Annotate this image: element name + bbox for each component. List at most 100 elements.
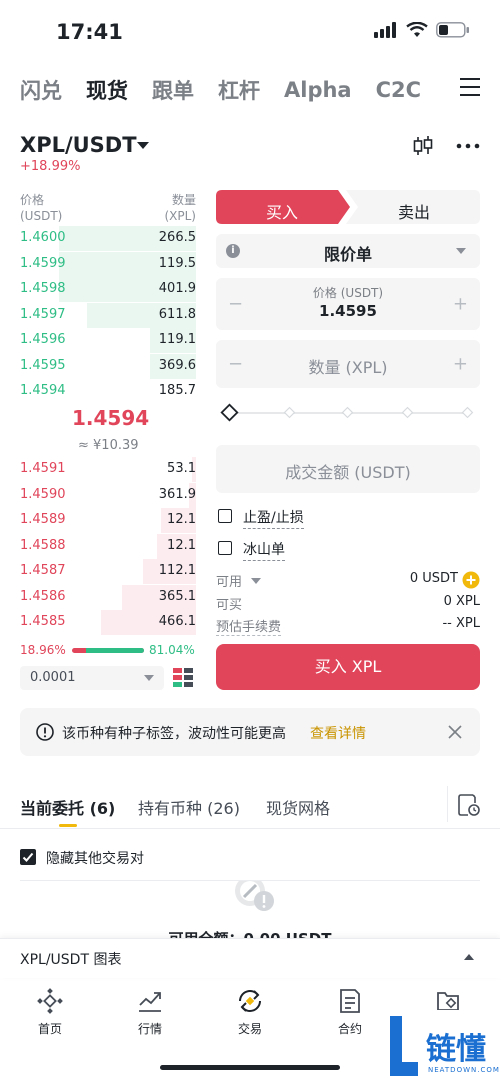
buy-ratio: 81.04% xyxy=(149,643,195,657)
nav-trade[interactable]: 交易 xyxy=(220,978,280,1037)
orderbook-qty: 365.1 xyxy=(158,588,196,604)
amount-slider[interactable] xyxy=(216,403,480,423)
quantity-increase-button[interactable]: + xyxy=(453,354,468,375)
tab-flash-swap[interactable]: 闪兑 xyxy=(20,75,62,105)
orderbook-qty: 12.1 xyxy=(167,512,196,527)
caret-down-icon xyxy=(456,248,466,254)
hide-other-pairs-checkbox[interactable] xyxy=(20,849,36,865)
caret-up-icon[interactable] xyxy=(464,954,474,960)
sell-tab[interactable]: 卖出 xyxy=(348,199,480,223)
pair-change: +18.99% xyxy=(20,159,81,174)
close-icon[interactable] xyxy=(448,725,462,739)
status-time: 17:41 xyxy=(56,20,123,44)
pair-selector[interactable]: XPL/USDT xyxy=(20,133,137,157)
watermark-subtext: NEATDOWN.COM xyxy=(428,1066,500,1074)
watermark-text: 链懂 xyxy=(426,1032,486,1067)
order-history-icon[interactable] xyxy=(458,794,480,816)
trade-icon xyxy=(239,990,261,1012)
ratio-bar xyxy=(72,648,144,653)
orderbook-qty: 611.8 xyxy=(158,306,196,322)
orderbook-price: 1.4598 xyxy=(20,281,66,296)
tp-sl-checkbox[interactable] xyxy=(218,509,232,523)
nav-futures[interactable]: 合约 xyxy=(320,978,380,1037)
orderbook-qty: 369.6 xyxy=(158,357,196,373)
nav-markets[interactable]: 行情 xyxy=(120,978,180,1037)
iceberg-checkbox[interactable] xyxy=(218,541,232,555)
orderbook-row[interactable]: 1.4600 266.5 xyxy=(20,226,196,251)
amount-field[interactable]: 成交金额 (USDT) xyxy=(216,445,480,493)
signal-icon xyxy=(374,22,396,38)
empty-state-icon xyxy=(235,881,274,911)
orderbook-qty: 53.1 xyxy=(167,461,196,476)
tab-holdings[interactable]: 持有币种 (26) xyxy=(138,795,240,819)
orderbook-row[interactable]: 1.4585 466.1 xyxy=(20,610,196,635)
add-funds-icon[interactable] xyxy=(462,571,480,589)
orderbook-row[interactable]: 1.4586 365.1 xyxy=(20,584,196,610)
tab-open-orders[interactable]: 当前委托 (6) xyxy=(20,795,115,819)
orderbook-qty-header: 数量 (XPL) xyxy=(164,193,196,223)
orderbook-row[interactable]: 1.4598 401.9 xyxy=(20,277,196,302)
available-label[interactable]: 可用 xyxy=(216,571,262,590)
candlestick-chart-icon[interactable] xyxy=(412,135,434,157)
orderbook-row[interactable]: 1.4594 185.7 xyxy=(20,379,196,404)
nav-futures-label: 合约 xyxy=(337,1022,362,1036)
caret-down-icon[interactable] xyxy=(137,142,149,149)
orderbook-price: 1.4587 xyxy=(20,563,66,578)
chart-bar[interactable]: XPL/USDT 图表 xyxy=(0,938,500,978)
price-label: 价格 (USDT) xyxy=(312,286,384,300)
orderbook-price: 1.4586 xyxy=(20,588,66,604)
orderbook-row[interactable]: 1.4591 53.1 xyxy=(20,457,196,482)
orderbook-row[interactable]: 1.4596 119.1 xyxy=(20,328,196,353)
orderbook-row[interactable]: 1.4590 361.9 xyxy=(20,482,196,508)
orderbook-price: 1.4589 xyxy=(20,512,66,527)
orderbook-row[interactable]: 1.4599 119.5 xyxy=(20,251,196,277)
check-icon xyxy=(22,852,34,862)
order-type-select[interactable]: i 限价单 xyxy=(216,234,480,268)
orderbook-qty: 12.1 xyxy=(167,537,196,553)
orderbook-row[interactable]: 1.4587 112.1 xyxy=(20,559,196,584)
precision-select[interactable]: 0.0001 xyxy=(20,666,164,690)
tab-alpha[interactable]: Alpha xyxy=(284,78,352,102)
hide-other-pairs-label[interactable]: 隐藏其他交易对 xyxy=(46,848,144,868)
iceberg-label[interactable]: 冰山单 xyxy=(243,539,285,561)
price-value: 1.4595 xyxy=(319,302,377,320)
tab-margin[interactable]: 杠杆 xyxy=(218,75,260,105)
tab-spot[interactable]: 现货 xyxy=(86,75,128,105)
buy-tab[interactable]: 买入 xyxy=(216,199,348,223)
orderbook-qty: 266.5 xyxy=(158,230,196,245)
quantity-field[interactable]: − 数量 (XPL) + xyxy=(216,340,480,388)
orderbook-qty: 112.1 xyxy=(158,563,196,578)
orderbook-price: 1.4591 xyxy=(20,461,66,476)
price-increase-button[interactable]: + xyxy=(453,294,468,315)
orderbook-row[interactable]: 1.4597 611.8 xyxy=(20,302,196,328)
seed-tag-notice: 该币种有种子标签，波动性可能更高 查看详情 xyxy=(20,708,480,756)
tab-copy-trading[interactable]: 跟单 xyxy=(152,75,194,105)
notice-details-link[interactable]: 查看详情 xyxy=(310,723,366,743)
fee-label[interactable]: 预估手续费 xyxy=(216,616,282,636)
orderbook-qty: 361.9 xyxy=(158,486,196,502)
battery-icon xyxy=(436,22,469,38)
status-icons xyxy=(374,22,470,38)
home-logo-icon xyxy=(37,988,63,1014)
orderbook-row[interactable]: 1.4588 12.1 xyxy=(20,533,196,559)
last-price-fiat: ≈ ¥10.39 xyxy=(78,438,139,453)
orderbook-layout-icon[interactable] xyxy=(173,668,193,688)
chart-bar-label: XPL/USDT 图表 xyxy=(20,952,122,968)
orderbook-row[interactable]: 1.4595 369.6 xyxy=(20,353,196,379)
buy-submit-button[interactable]: 买入 XPL xyxy=(216,644,480,690)
futures-icon xyxy=(340,989,360,1013)
amount-placeholder: 成交金额 (USDT) xyxy=(285,463,411,482)
tp-sl-label[interactable]: 止盈/止损 xyxy=(243,507,304,529)
orderbook-price: 1.4585 xyxy=(20,614,66,629)
price-field[interactable]: − 价格 (USDT) 1.4595 + xyxy=(216,278,480,330)
orderbook-row[interactable]: 1.4589 12.1 xyxy=(20,508,196,533)
orderbook-qty: 119.5 xyxy=(158,255,196,271)
more-icon[interactable] xyxy=(456,143,480,149)
nav-home[interactable]: 首页 xyxy=(20,978,80,1037)
tab-c2c[interactable]: C2C xyxy=(376,78,421,102)
tabs-bottom-border xyxy=(0,828,500,829)
orderbook-price: 1.4595 xyxy=(20,357,66,373)
menu-icon[interactable] xyxy=(460,78,480,98)
tab-spot-grid[interactable]: 现货网格 xyxy=(266,795,330,819)
empty-state: 可用全额：0.00 USDT xyxy=(0,881,500,941)
